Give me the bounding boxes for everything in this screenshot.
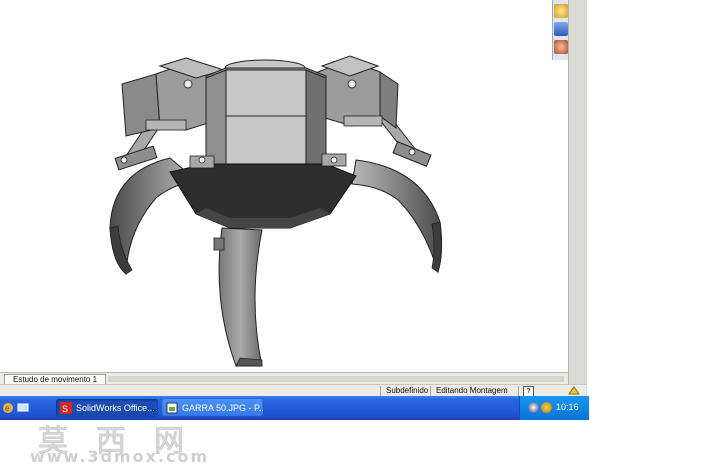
library-icon[interactable]	[554, 22, 568, 36]
gripper-model[interactable]	[0, 0, 568, 372]
system-tray: 10:16	[519, 396, 589, 420]
solidworks-icon: S	[60, 402, 72, 414]
ie-icon[interactable]: e	[2, 402, 14, 414]
taskbar-button-solidworks[interactable]: S SolidWorks Office...	[56, 399, 158, 417]
rebuild-icon[interactable]	[567, 385, 581, 396]
taskbar-button-label: GARRA 50.JPG - P...	[182, 403, 264, 413]
palette-icon[interactable]	[554, 40, 568, 54]
image-file-icon	[166, 402, 178, 414]
svg-text:S: S	[62, 404, 68, 414]
status-edit-mode: Editando Montagem	[436, 386, 508, 395]
taskbar-button-image[interactable]: GARRA 50.JPG - P...	[162, 399, 264, 417]
watermark-url: www.3dmox.com	[30, 447, 210, 466]
taskbar-button-label: SolidWorks Office...	[76, 403, 155, 413]
clock[interactable]: 10:16	[556, 402, 579, 412]
horizontal-scrollbar[interactable]	[108, 376, 564, 382]
task-pane-tabs	[552, 0, 569, 60]
graphics-viewport[interactable]	[0, 0, 568, 372]
vertical-scrollbar[interactable]	[568, 0, 587, 396]
svg-text:e: e	[5, 404, 10, 413]
outside-window-area	[587, 0, 704, 420]
network-icon[interactable]	[528, 402, 539, 413]
desktop-icon[interactable]	[17, 402, 29, 414]
volume-icon[interactable]	[541, 402, 552, 413]
status-definition: Subdefinido	[386, 386, 429, 395]
house-icon[interactable]	[554, 4, 568, 18]
